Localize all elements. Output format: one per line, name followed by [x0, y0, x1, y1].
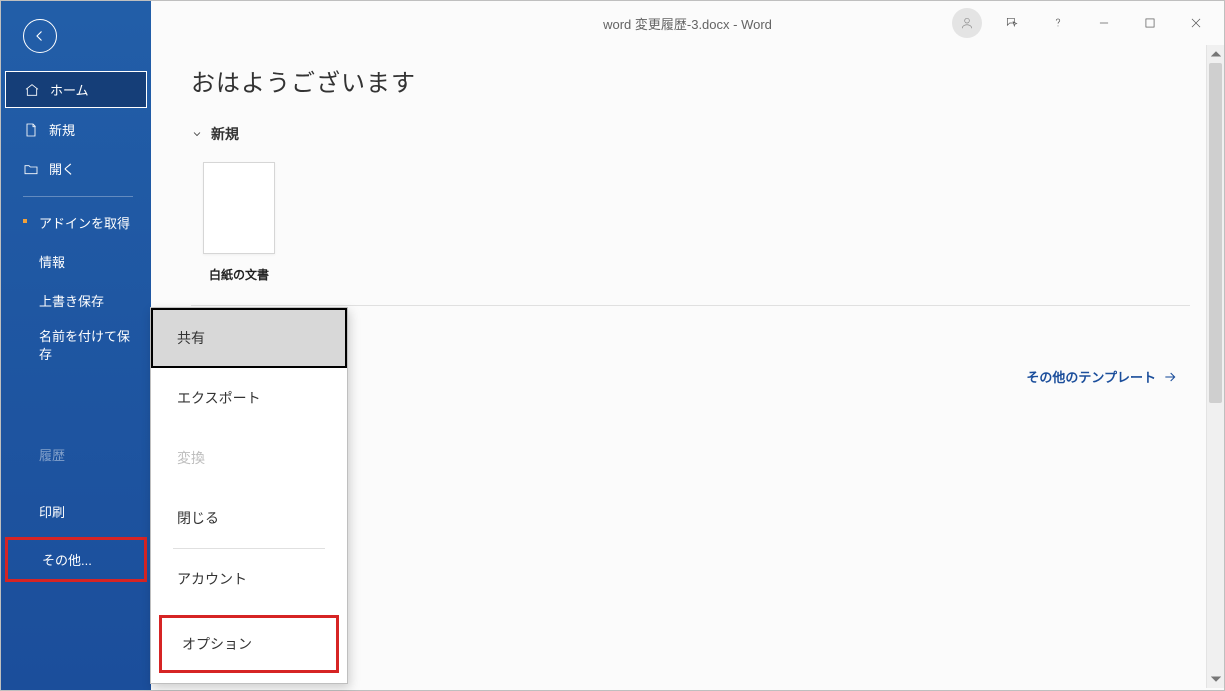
help-button[interactable] — [1036, 8, 1080, 38]
nav-open[interactable]: 開く — [1, 149, 151, 188]
nav-save-label: 上書き保存 — [39, 294, 104, 309]
folder-open-icon — [23, 161, 39, 177]
window-title: word 変更履歴-3.docx - Word — [603, 14, 772, 33]
app-window: ホーム 新規 開く アドインを取得 情報 上書き保存 名前を付けて保存 履歴 印… — [0, 0, 1225, 691]
nav-history-label: 履歴 — [39, 448, 65, 463]
menu-share[interactable]: 共有 — [151, 308, 347, 368]
menu-close-label: 閉じる — [177, 510, 219, 526]
section-divider — [191, 305, 1190, 306]
nav-save-as-label: 名前を付けて保存 — [39, 329, 130, 362]
menu-export[interactable]: エクスポート — [151, 368, 347, 428]
account-avatar[interactable] — [952, 8, 982, 38]
titlebar-controls — [952, 1, 1218, 45]
menu-account-label: アカウント — [177, 571, 247, 587]
template-blank[interactable]: 白紙の文書 — [203, 162, 275, 283]
nav-save[interactable]: 上書き保存 — [1, 281, 151, 320]
nav-info[interactable]: 情報 — [1, 242, 151, 281]
nav-get-addins-label: アドインを取得 — [39, 216, 130, 231]
nav-open-label: 開く — [49, 159, 75, 178]
arrow-right-icon — [1162, 369, 1178, 385]
vertical-scrollbar[interactable] — [1206, 45, 1224, 688]
scroll-thumb[interactable] — [1209, 63, 1222, 403]
nav-save-as[interactable]: 名前を付けて保存 — [1, 320, 151, 371]
nav-new[interactable]: 新規 — [1, 110, 151, 149]
menu-account[interactable]: アカウント — [151, 549, 347, 609]
scroll-up-button[interactable] — [1207, 45, 1224, 63]
chevron-down-icon — [191, 128, 203, 140]
nav-other[interactable]: その他... — [5, 537, 147, 582]
addin-indicator-icon — [23, 219, 27, 223]
nav-other-label: その他... — [42, 553, 92, 568]
menu-transform: 変換 — [151, 428, 347, 488]
scroll-track[interactable] — [1207, 63, 1224, 670]
nav-history: 履歴 — [1, 435, 151, 474]
nav-print-label: 印刷 — [39, 505, 65, 520]
scroll-down-button[interactable] — [1207, 670, 1224, 688]
menu-share-label: 共有 — [177, 330, 205, 346]
nav-print[interactable]: 印刷 — [1, 492, 151, 531]
sidebar-divider — [23, 196, 133, 197]
menu-options-label: オプション — [182, 636, 252, 652]
template-blank-thumb[interactable] — [203, 162, 275, 254]
menu-export-label: エクスポート — [177, 390, 261, 406]
maximize-button[interactable] — [1128, 8, 1172, 38]
template-blank-caption: 白紙の文書 — [209, 266, 269, 283]
more-templates-label: その他のテンプレート — [1026, 367, 1156, 386]
back-button[interactable] — [23, 19, 57, 53]
greeting-heading: おはようございます — [191, 63, 1200, 98]
coming-soon-button[interactable] — [990, 8, 1034, 38]
section-new-header[interactable]: 新規 — [191, 124, 1200, 144]
section-new-label: 新規 — [211, 124, 239, 144]
close-button[interactable] — [1174, 8, 1218, 38]
menu-close[interactable]: 閉じる — [151, 488, 347, 548]
other-popup-menu: 共有 エクスポート 変換 閉じる アカウント オプション — [150, 307, 348, 684]
nav-new-label: 新規 — [49, 120, 75, 139]
template-row: 白紙の文書 — [191, 162, 1200, 283]
nav-info-label: 情報 — [39, 255, 65, 270]
backstage-sidebar: ホーム 新規 開く アドインを取得 情報 上書き保存 名前を付けて保存 履歴 印… — [1, 1, 151, 690]
nav-home[interactable]: ホーム — [5, 71, 147, 108]
menu-options[interactable]: オプション — [159, 615, 339, 673]
title-bar: word 変更履歴-3.docx - Word — [151, 1, 1224, 45]
document-icon — [23, 122, 39, 138]
more-templates-link[interactable]: その他のテンプレート — [1026, 367, 1178, 386]
nav-home-label: ホーム — [50, 80, 89, 99]
menu-transform-label: 変換 — [177, 450, 205, 466]
home-icon — [24, 82, 40, 98]
nav-get-addins[interactable]: アドインを取得 — [1, 203, 151, 242]
minimize-button[interactable] — [1082, 8, 1126, 38]
